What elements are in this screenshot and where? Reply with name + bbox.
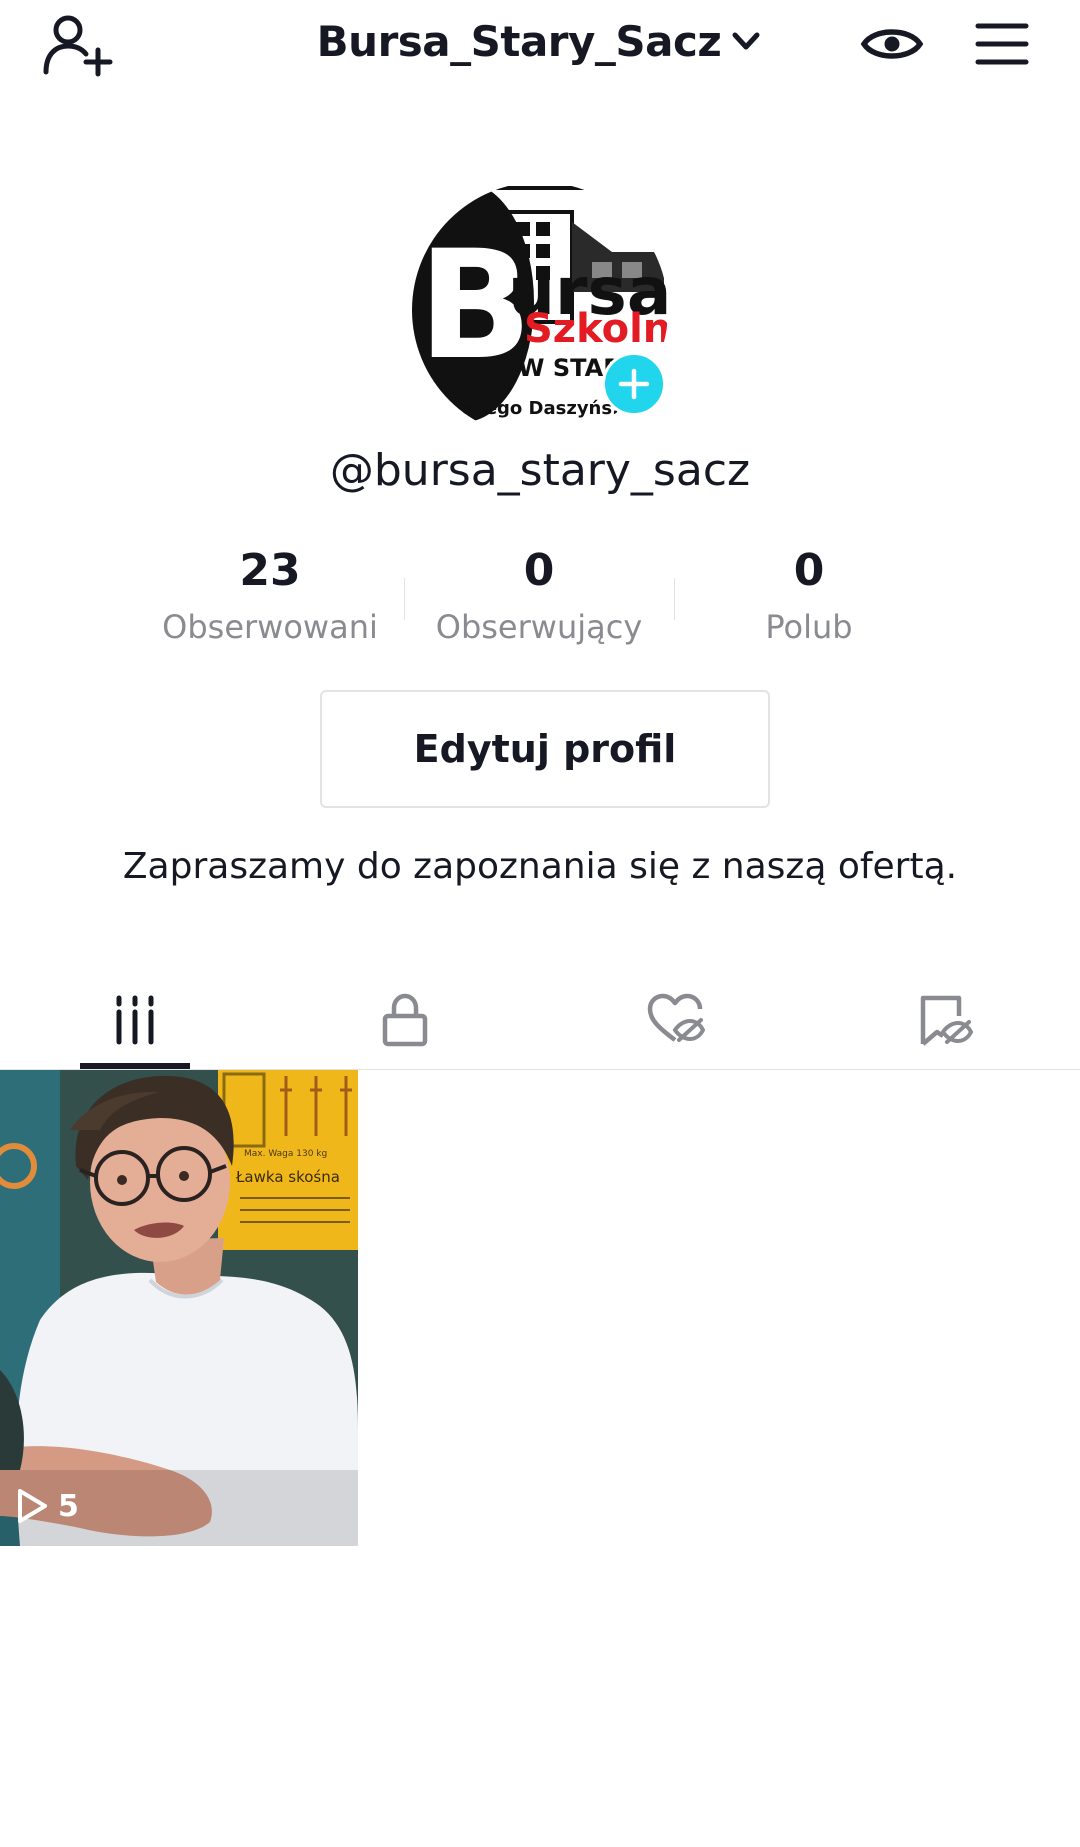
liked-hidden-icon <box>647 993 705 1042</box>
stat-divider <box>404 578 405 620</box>
top-bar: Bursa_Stary_Sacz <box>0 0 1080 90</box>
lock-icon <box>382 993 428 1047</box>
videos-grid-icon <box>116 995 154 1045</box>
tab-liked[interactable] <box>540 970 810 1070</box>
profile-bio: Zapraszamy do zapoznania się z naszą ofe… <box>122 846 958 887</box>
tab-saved[interactable] <box>810 970 1080 1070</box>
svg-text:Max. Waga 130 kg: Max. Waga 130 kg <box>244 1149 327 1159</box>
video-thumbnail[interactable]: Max. Waga 130 kg Ławka skośna 5 <box>0 1070 358 1546</box>
stat-divider <box>674 578 675 620</box>
plus-icon <box>618 368 650 400</box>
stat-likes-label: Polub <box>765 608 853 646</box>
saved-hidden-icon <box>920 995 974 1046</box>
chevron-down-icon <box>732 32 760 50</box>
stat-followers-value: 0 <box>523 545 555 596</box>
play-icon <box>18 1489 47 1523</box>
svg-text:Szkoln: Szkoln <box>524 306 668 352</box>
hamburger-menu-icon[interactable] <box>974 16 1030 72</box>
eye-icon[interactable] <box>860 14 924 74</box>
tab-videos[interactable] <box>0 970 270 1070</box>
add-photo-button[interactable] <box>602 352 666 416</box>
stat-following-value: 23 <box>239 545 301 596</box>
play-count-value: 5 <box>58 1488 79 1524</box>
stat-following[interactable]: 23 Obserwowani <box>140 545 400 651</box>
stat-likes-value: 0 <box>793 545 825 596</box>
username-label: Bursa_Stary_Sacz <box>316 16 722 66</box>
stat-likes[interactable]: 0 Polub <box>679 545 939 651</box>
tab-private[interactable] <box>270 970 540 1070</box>
svg-text:acego Daszyńs.: acego Daszyńs. <box>462 398 619 419</box>
profile-handle: @bursa_stary_sacz <box>329 445 751 496</box>
svg-text:Ławka skośna: Ławka skośna <box>235 1168 340 1186</box>
stat-following-label: Obserwowani <box>162 608 378 646</box>
video-thumbnail-image: Max. Waga 130 kg Ławka skośna <box>0 1070 358 1546</box>
stat-followers-label: Obserwujący <box>435 608 643 646</box>
stat-followers[interactable]: 0 Obserwujący <box>409 545 669 651</box>
edit-profile-button[interactable]: Edytuj profil <box>320 690 770 808</box>
video-play-count: 5 <box>16 1488 79 1524</box>
add-user-icon[interactable] <box>40 10 114 80</box>
account-switcher[interactable]: Bursa_Stary_Sacz <box>317 17 764 66</box>
